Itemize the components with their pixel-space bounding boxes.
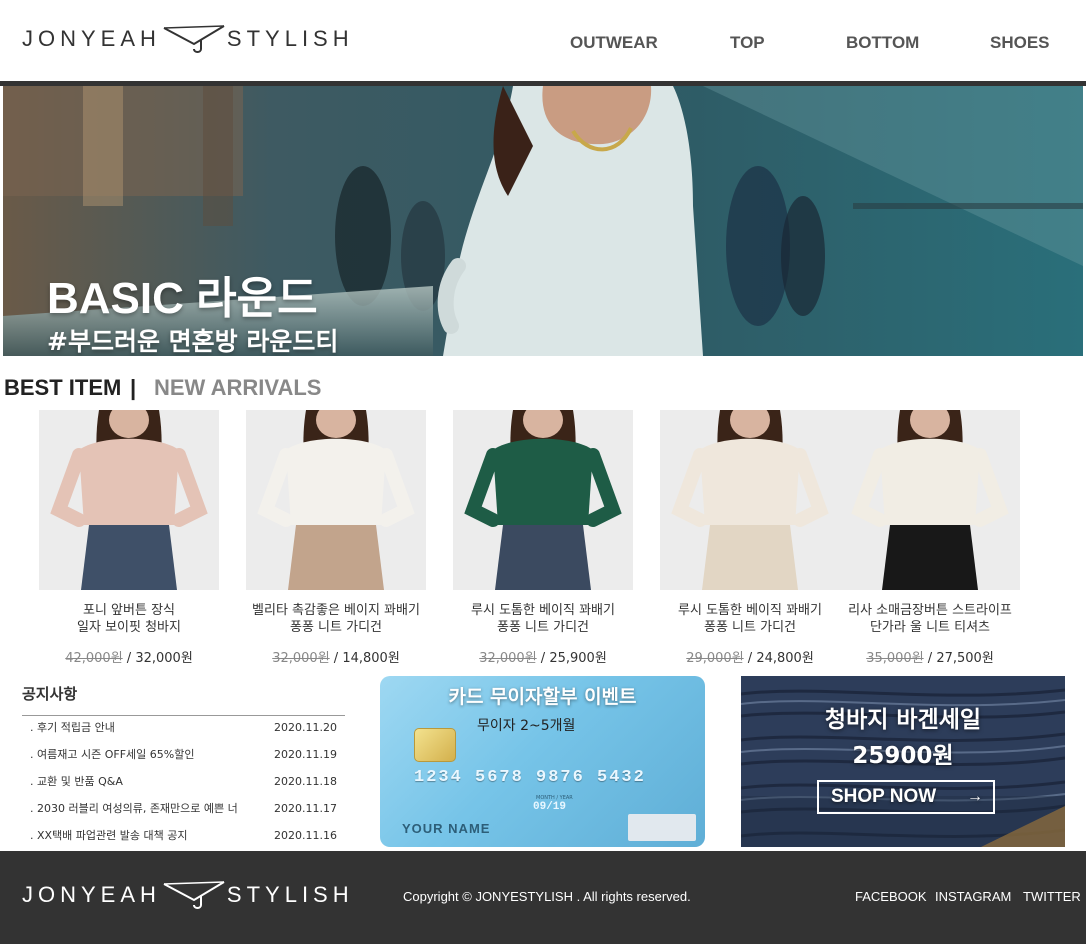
hero-tagline: #부드러운 면혼방 라운드티: [47, 327, 339, 356]
product-name-line2: 퐁퐁 니트 가디건: [290, 620, 382, 635]
card-installment-banner[interactable]: 카드 무이자할부 이벤트 무이자 2~5개월 1234 5678 9876 54…: [380, 676, 705, 847]
card-signature-panel: [628, 814, 696, 841]
product-image[interactable]: [246, 410, 426, 590]
original-price: 42,000원: [65, 651, 123, 666]
notice-row-date: 2020.11.18: [274, 775, 337, 788]
link-twitter[interactable]: TWITTER: [1023, 889, 1081, 904]
product-name[interactable]: 리사 소매금장버튼 스트라이프단가라 울 니트 티셔츠: [840, 602, 1020, 638]
denim-sale-banner[interactable]: 청바지 바겐세일 25900원 SHOP NOW →: [741, 676, 1065, 847]
card-chip-icon: [414, 728, 456, 762]
sale-price: 25,900원: [549, 651, 607, 666]
shop-now-label: SHOP NOW: [831, 786, 937, 807]
notice-row-title[interactable]: . 후기 적립금 안내: [30, 720, 115, 736]
product-image[interactable]: [39, 410, 219, 590]
notice-row-date: 2020.11.17: [274, 802, 337, 815]
product-name[interactable]: 루시 도톰한 베이직 꽈배기퐁퐁 니트 가디건: [453, 602, 633, 638]
sale-price: 14,800원: [342, 651, 400, 666]
tab-new-arrivals[interactable]: NEW ARRIVALS: [154, 375, 321, 401]
product-card[interactable]: 루시 도톰한 베이직 꽈배기퐁퐁 니트 가디건 32,000원 / 25,900원: [453, 410, 633, 666]
nav-outwear[interactable]: OUTWEAR: [570, 33, 658, 53]
notice-board: 공지사항 . 후기 적립금 안내 2020.11.20 . 여름재고 시즌 OFF…: [22, 683, 345, 855]
product-card[interactable]: 벨리타 촉감좋은 베이지 꽈배기퐁퐁 니트 가디건 32,000원 / 14,80…: [246, 410, 426, 666]
card-banner-title: 카드 무이자할부 이벤트: [448, 686, 637, 708]
product-name[interactable]: 포니 앞버튼 장식일자 보이핏 청바지: [39, 602, 219, 638]
product-image[interactable]: [840, 410, 1020, 590]
product-price: 32,000원 / 25,900원: [453, 647, 633, 666]
notice-row[interactable]: . 후기 적립금 안내 2020.11.20: [22, 720, 345, 747]
footer-logo[interactable]: JONYEAH STYLISH: [22, 878, 354, 912]
notice-row[interactable]: . 2030 러블리 여성의류, 존재만으로 예쁜 너 2020.11.17: [22, 801, 345, 828]
notice-row[interactable]: . 여름재고 시즌 OFF세일 65%할인 2020.11.19: [22, 747, 345, 774]
product-name-line2: 퐁퐁 니트 가디건: [704, 620, 796, 635]
price-separator: /: [329, 651, 343, 666]
nav-shoes[interactable]: SHOES: [990, 33, 1050, 53]
arrow-right-icon: →: [967, 788, 983, 805]
product-price: 35,000원 / 27,500원: [840, 647, 1020, 666]
card-holder-name: YOUR NAME: [402, 821, 491, 836]
sale-price: 27,500원: [936, 651, 994, 666]
notice-row[interactable]: . 교환 및 반품 Q&A 2020.11.18: [22, 774, 345, 801]
main-nav: OUTWEAR TOP BOTTOM SHOES: [0, 33, 1086, 55]
product-price: 42,000원 / 32,000원: [39, 647, 219, 666]
hero-banner[interactable]: BASIC 라운드 #부드러운 면혼방 라운드티: [3, 86, 1083, 356]
product-name[interactable]: 루시 도톰한 베이직 꽈배기퐁퐁 니트 가디건: [660, 602, 840, 638]
price-separator: /: [923, 651, 937, 666]
sale-price: 24,800원: [756, 651, 814, 666]
product-name-line2: 일자 보이핏 청바지: [77, 620, 181, 635]
tab-best-item[interactable]: BEST ITEM: [4, 375, 121, 401]
product-card[interactable]: 루시 도톰한 베이직 꽈배기퐁퐁 니트 가디건 29,000원 / 24,800원: [660, 410, 840, 666]
original-price: 29,000원: [686, 651, 744, 666]
product-image[interactable]: [453, 410, 633, 590]
notice-row-date: 2020.11.16: [274, 829, 337, 842]
notice-row-title[interactable]: . XX택배 파업관련 발송 대책 공지: [30, 828, 188, 844]
link-facebook[interactable]: FACEBOOK: [855, 889, 927, 904]
original-price: 35,000원: [866, 651, 924, 666]
notice-row-title[interactable]: . 여름재고 시즌 OFF세일 65%할인: [30, 747, 194, 763]
site-footer: JONYEAH STYLISH Copyright © JONYESTYLISH…: [0, 851, 1086, 944]
notice-row-title[interactable]: . 교환 및 반품 Q&A: [30, 774, 123, 790]
product-price: 29,000원 / 24,800원: [660, 647, 840, 666]
card-banner-subtitle: 무이자 2~5개월: [477, 718, 576, 734]
denim-banner-title: 청바지 바겐세일: [824, 707, 982, 733]
tab-separator: |: [130, 375, 137, 400]
notice-title: 공지사항: [22, 685, 78, 703]
nav-top[interactable]: TOP: [730, 33, 765, 53]
denim-banner-price: 25900원: [852, 743, 954, 769]
product-name[interactable]: 벨리타 촉감좋은 베이지 꽈배기퐁퐁 니트 가디건: [246, 602, 426, 638]
product-image[interactable]: [660, 410, 840, 590]
product-name-line1: 루시 도톰한 베이직 꽈배기: [678, 603, 822, 618]
product-name-line1: 루시 도톰한 베이직 꽈배기: [471, 603, 615, 618]
price-separator: /: [743, 651, 757, 666]
notice-row-date: 2020.11.19: [274, 748, 337, 761]
shop-now-button[interactable]: SHOP NOW →: [817, 780, 995, 814]
product-name-line1: 벨리타 촉감좋은 베이지 꽈배기: [252, 603, 420, 618]
footer-logo-left-text: JONYEAH: [22, 882, 161, 907]
copyright-text: Copyright © JONYESTYLISH . All rights re…: [403, 889, 691, 904]
nav-bottom[interactable]: BOTTOM: [846, 33, 919, 53]
sale-price: 32,000원: [135, 651, 193, 666]
product-name-line2: 단가라 울 니트 티셔츠: [869, 620, 991, 635]
price-separator: /: [536, 651, 550, 666]
card-number: 1234 5678 9876 5432: [414, 768, 646, 787]
product-name-line1: 포니 앞버튼 장식: [83, 603, 175, 618]
product-name-line1: 리사 소매금장버튼 스트라이프: [848, 603, 1012, 618]
card-expiry: 09/19: [533, 801, 567, 813]
hanger-icon: [163, 881, 225, 909]
product-name-line2: 퐁퐁 니트 가디건: [497, 620, 589, 635]
product-price: 32,000원 / 14,800원: [246, 647, 426, 666]
product-card[interactable]: 리사 소매금장버튼 스트라이프단가라 울 니트 티셔츠 35,000원 / 27,…: [840, 410, 1020, 666]
product-card[interactable]: 포니 앞버튼 장식일자 보이핏 청바지 42,000원 / 32,000원: [39, 410, 219, 666]
hero-title: BASIC 라운드: [47, 274, 318, 323]
notice-row-date: 2020.11.20: [274, 721, 337, 734]
original-price: 32,000원: [272, 651, 330, 666]
link-instagram[interactable]: INSTAGRAM: [935, 889, 1011, 904]
site-header: JONYEAH STYLISH OUTWEAR TOP BOTTOM SHOES: [0, 0, 1086, 86]
notice-row-title[interactable]: . 2030 러블리 여성의류, 존재만으로 예쁜 너: [30, 801, 238, 817]
price-separator: /: [122, 651, 136, 666]
footer-logo-right-text: STYLISH: [226, 882, 354, 907]
original-price: 32,000원: [479, 651, 537, 666]
